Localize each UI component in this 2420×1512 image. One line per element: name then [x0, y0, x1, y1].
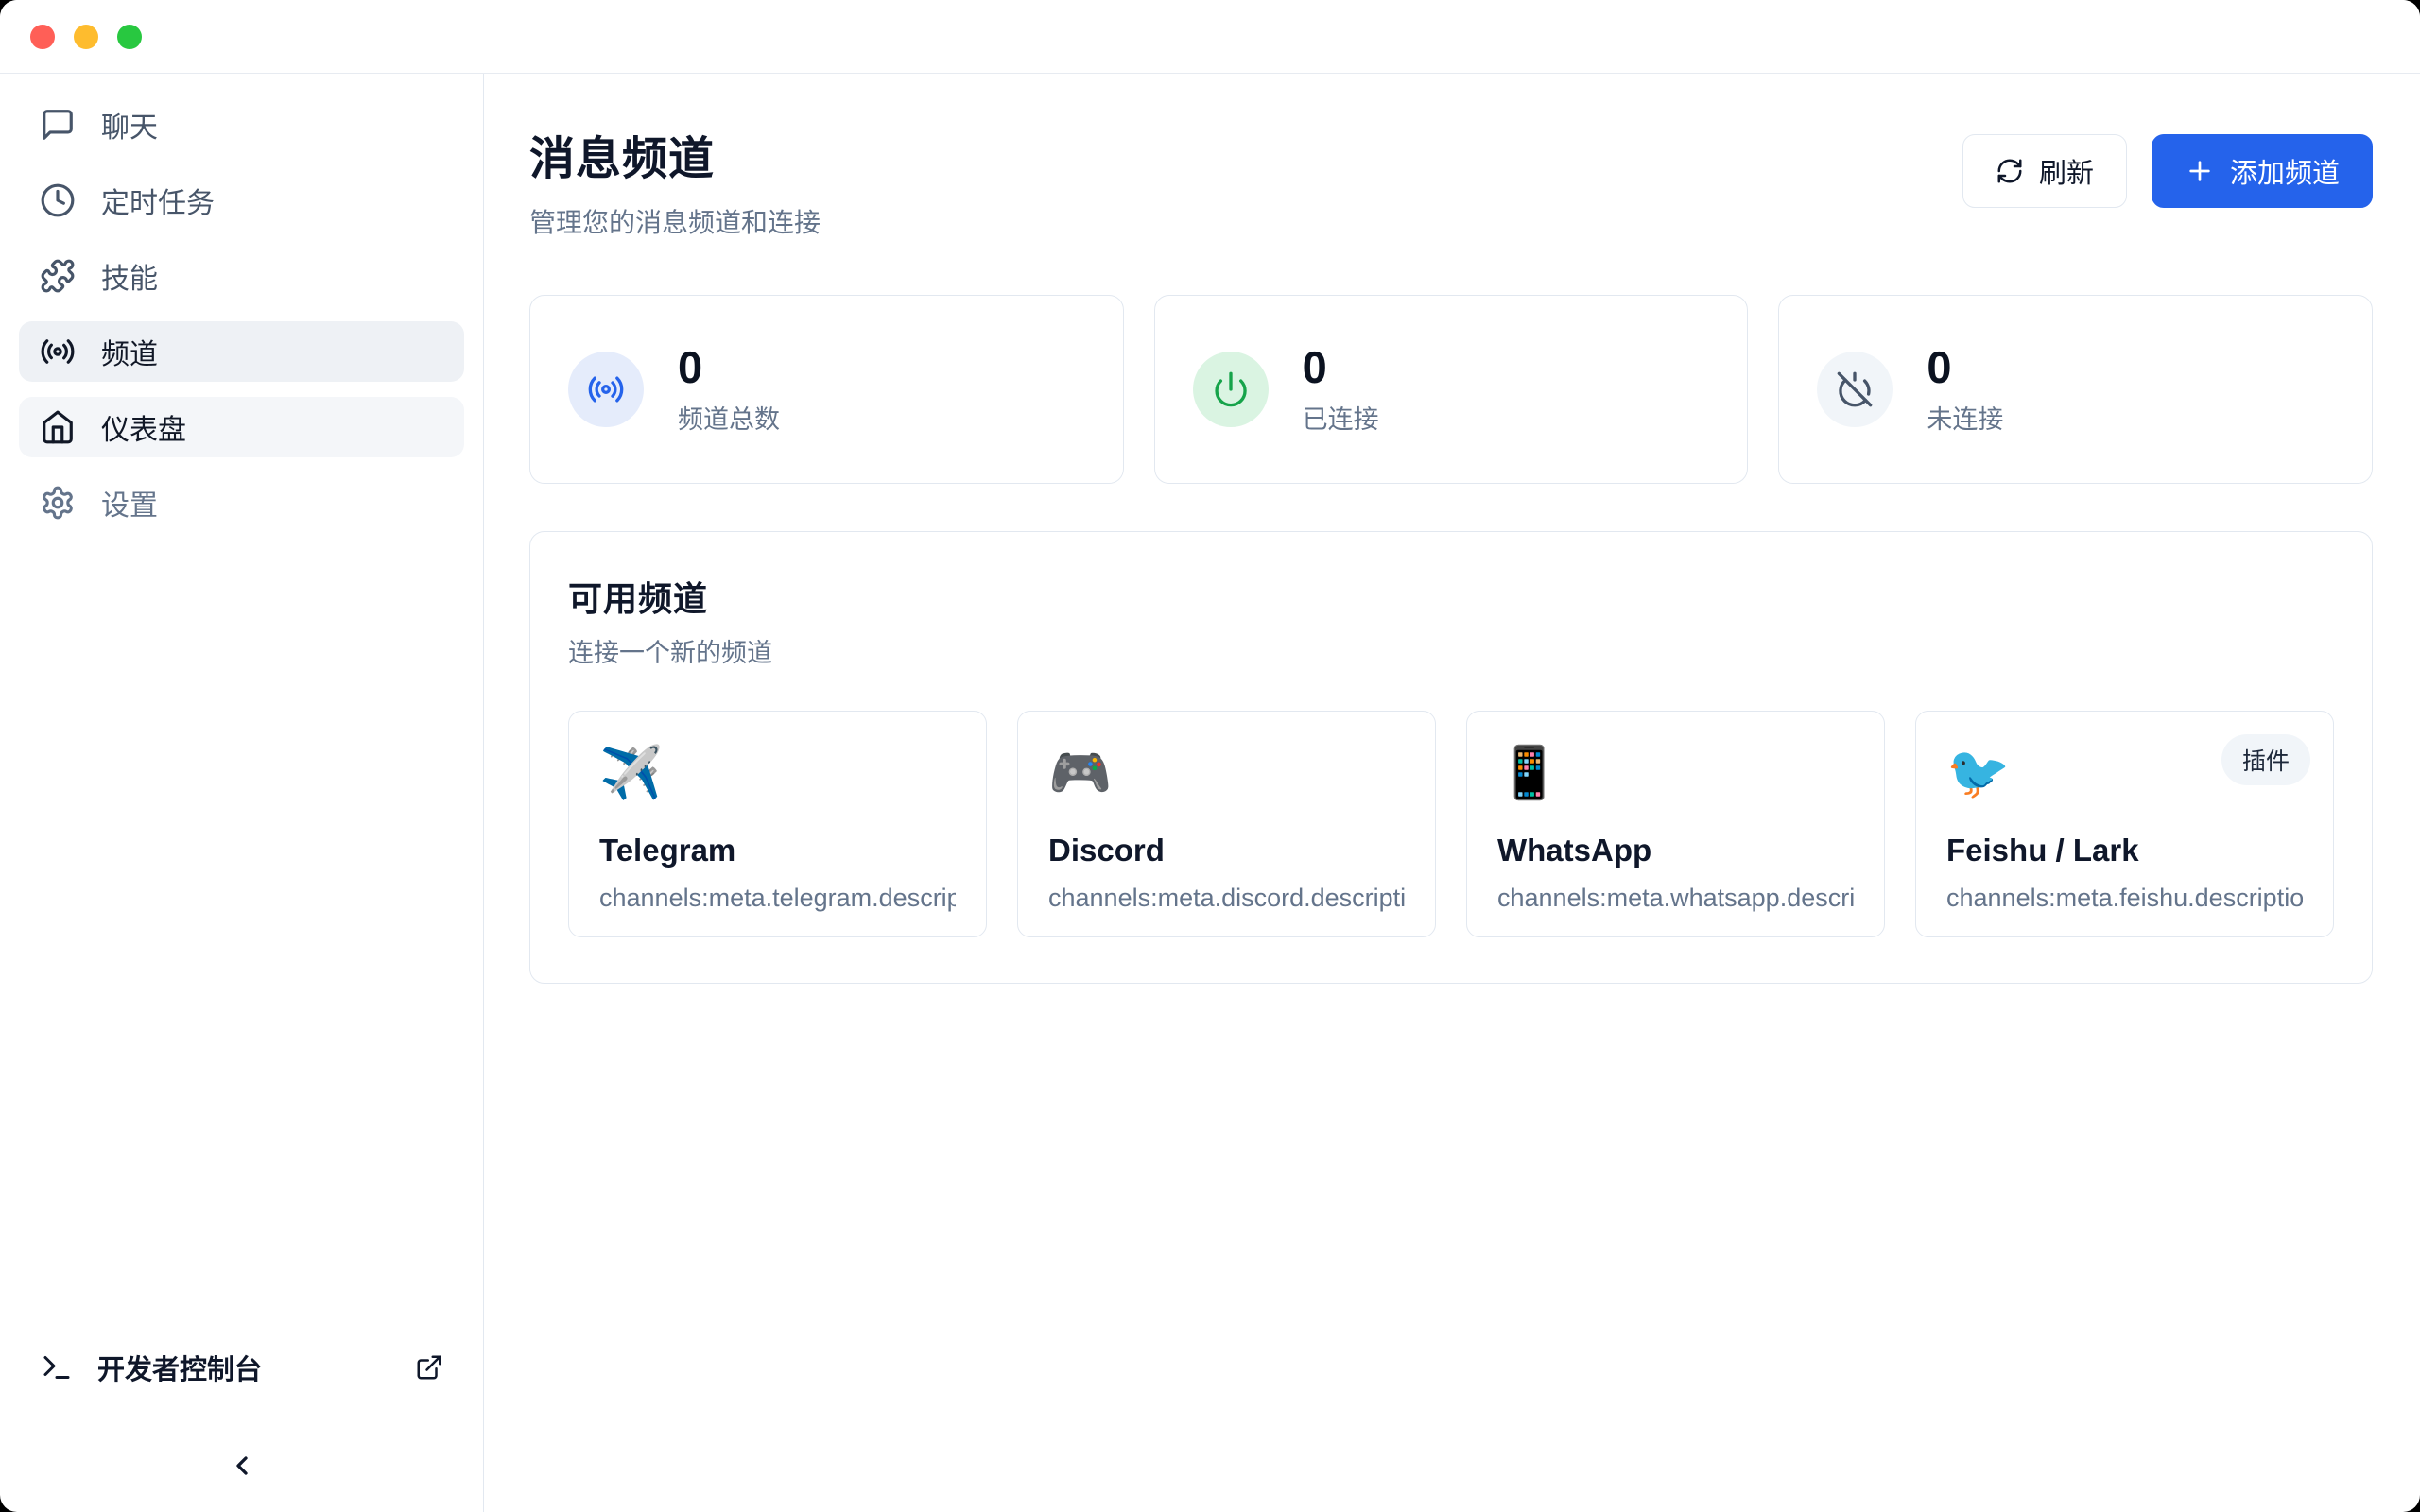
page-subtitle: 管理您的消息频道和连接 [529, 202, 821, 240]
channel-card-telegram[interactable]: ✈️ Telegram channels:meta.telegram.descr… [568, 711, 987, 937]
channel-description: channels:meta.feishu.description [1946, 884, 2303, 913]
channel-description: channels:meta.discord.description [1048, 884, 1405, 913]
page-title: 消息频道 [529, 121, 821, 187]
clock-icon [40, 182, 76, 218]
developer-console-label: 开发者控制台 [97, 1348, 415, 1387]
chevron-left-icon [227, 1451, 257, 1481]
sidebar-item-label: 频道 [101, 331, 158, 372]
stat-text: 0 未连接 [1927, 343, 2003, 437]
external-link-icon [415, 1353, 443, 1382]
available-channels-card: 可用频道 连接一个新的频道 ✈️ Telegram channels:meta.… [529, 531, 2373, 984]
stat-value: 0 [1303, 343, 1379, 392]
page-header-text: 消息频道 管理您的消息频道和连接 [529, 121, 821, 240]
available-channels-subtitle: 连接一个新的频道 [568, 632, 2334, 669]
stat-card-connected: 0 已连接 [1154, 295, 1749, 484]
stat-value: 0 [1927, 343, 2003, 392]
sidebar-collapse-button[interactable] [221, 1446, 263, 1487]
sidebar-item-label: 聊天 [101, 104, 158, 146]
page-header: 消息频道 管理您的消息频道和连接 刷新 添加频道 [529, 121, 2373, 240]
power-icon [1212, 370, 1250, 408]
mobile-phone-emoji-icon: 📱 [1497, 742, 1854, 804]
terminal-icon [40, 1350, 74, 1384]
sidebar-nav: 聊天 定时任务 技能 频道 仪表盘 [19, 94, 464, 1334]
main-content: 消息频道 管理您的消息频道和连接 刷新 添加频道 [484, 74, 2420, 1512]
refresh-button[interactable]: 刷新 [1962, 134, 2127, 208]
titlebar [0, 0, 2420, 74]
radio-icon [587, 370, 625, 408]
sidebar-footer: 开发者控制台 [19, 1334, 464, 1487]
channel-name: Discord [1048, 833, 1405, 868]
add-channel-button-label: 添加频道 [2230, 151, 2340, 191]
chat-icon [40, 107, 76, 143]
stats-row: 0 频道总数 0 已连接 [529, 295, 2373, 484]
developer-console-link[interactable]: 开发者控制台 [25, 1334, 458, 1400]
available-channels-title: 可用频道 [568, 572, 2334, 621]
refresh-icon [1996, 157, 2024, 185]
stat-icon-circle [568, 352, 644, 427]
stat-label: 已连接 [1303, 399, 1379, 436]
header-actions: 刷新 添加频道 [1962, 134, 2373, 208]
sidebar-item-dashboard[interactable]: 仪表盘 [19, 397, 464, 457]
minimize-window-button[interactable] [74, 25, 98, 49]
channel-description: channels:meta.telegram.description [599, 884, 956, 913]
sidebar-item-label: 定时任务 [101, 180, 215, 221]
stat-text: 0 频道总数 [678, 343, 780, 437]
plugin-badge: 插件 [2221, 734, 2310, 785]
sidebar: 聊天 定时任务 技能 频道 仪表盘 [0, 74, 484, 1512]
app-shell: 聊天 定时任务 技能 频道 仪表盘 [0, 74, 2420, 1512]
home-icon [40, 409, 76, 445]
channel-card-feishu[interactable]: 插件 🐦 Feishu / Lark channels:meta.feishu.… [1915, 711, 2334, 937]
channel-name: Telegram [599, 833, 956, 868]
gear-icon [40, 485, 76, 521]
stat-label: 频道总数 [678, 399, 780, 436]
plus-icon [2185, 156, 2215, 186]
sidebar-item-label: 仪表盘 [101, 406, 186, 448]
airplane-emoji-icon: ✈️ [599, 742, 956, 804]
sidebar-item-settings[interactable]: 设置 [19, 472, 464, 533]
stat-card-total-channels: 0 频道总数 [529, 295, 1124, 484]
stat-card-disconnected: 0 未连接 [1778, 295, 2373, 484]
channel-description: channels:meta.whatsapp.description [1497, 884, 1854, 913]
game-controller-emoji-icon: 🎮 [1048, 742, 1405, 804]
sidebar-item-label: 设置 [101, 482, 158, 524]
stat-icon-circle [1193, 352, 1269, 427]
stat-label: 未连接 [1927, 399, 2003, 436]
power-off-icon [1836, 370, 1874, 408]
sidebar-item-channels[interactable]: 频道 [19, 321, 464, 382]
sidebar-item-skills[interactable]: 技能 [19, 246, 464, 306]
stat-icon-circle [1817, 352, 1893, 427]
channel-name: WhatsApp [1497, 833, 1854, 868]
sidebar-item-chat[interactable]: 聊天 [19, 94, 464, 155]
sidebar-item-scheduled-tasks[interactable]: 定时任务 [19, 170, 464, 231]
channel-card-whatsapp[interactable]: 📱 WhatsApp channels:meta.whatsapp.descri… [1466, 711, 1885, 937]
stat-value: 0 [678, 343, 780, 392]
app-window: 聊天 定时任务 技能 频道 仪表盘 [0, 0, 2420, 1512]
radio-icon [40, 334, 76, 369]
stat-text: 0 已连接 [1303, 343, 1379, 437]
zoom-window-button[interactable] [117, 25, 142, 49]
channel-card-discord[interactable]: 🎮 Discord channels:meta.discord.descript… [1017, 711, 1436, 937]
channel-name: Feishu / Lark [1946, 833, 2303, 868]
sidebar-item-label: 技能 [101, 255, 158, 297]
add-channel-button[interactable]: 添加频道 [2152, 134, 2373, 208]
close-window-button[interactable] [30, 25, 55, 49]
puzzle-icon [40, 258, 76, 294]
channel-grid: ✈️ Telegram channels:meta.telegram.descr… [568, 711, 2334, 937]
refresh-button-label: 刷新 [2039, 151, 2094, 191]
